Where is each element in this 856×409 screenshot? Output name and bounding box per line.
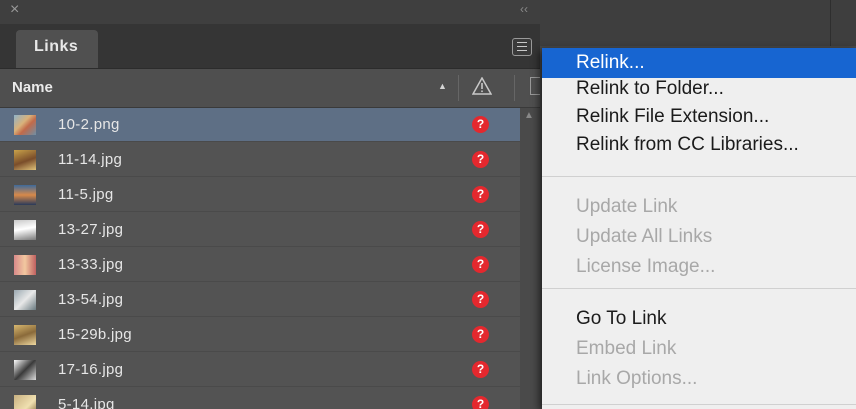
link-filename: 13-27.jpg bbox=[58, 221, 124, 238]
panel-title-bar: × ‹‹ bbox=[0, 0, 540, 24]
menu-item-go-to-link[interactable]: Go To Link bbox=[542, 304, 856, 334]
link-filename: 13-33.jpg bbox=[58, 256, 124, 273]
link-thumbnail bbox=[14, 325, 36, 345]
menu-separator bbox=[542, 404, 856, 405]
link-thumbnail bbox=[14, 290, 36, 310]
link-thumbnail bbox=[14, 150, 36, 170]
menu-item-relink-from-cc-libraries[interactable]: Relink from CC Libraries... bbox=[542, 130, 856, 160]
tab-links-label: Links bbox=[34, 38, 79, 55]
document-toolbar bbox=[540, 0, 856, 46]
column-divider bbox=[458, 75, 459, 101]
scrollbar[interactable]: ▲ bbox=[520, 108, 540, 409]
link-thumbnail bbox=[14, 220, 36, 240]
column-header: Name ▲ bbox=[0, 69, 544, 108]
link-thumbnail bbox=[14, 360, 36, 380]
tab-links[interactable]: Links bbox=[16, 30, 98, 68]
menu-item-license-image: License Image... bbox=[576, 256, 716, 277]
link-filename: 15-29b.jpg bbox=[58, 326, 132, 343]
hamburger-icon bbox=[517, 42, 527, 43]
missing-link-icon[interactable]: ? bbox=[472, 221, 489, 238]
link-row[interactable]: 5-14.jpg? bbox=[0, 388, 520, 409]
link-row[interactable]: 15-29b.jpg? bbox=[0, 318, 520, 352]
sort-ascending-icon[interactable]: ▲ bbox=[438, 81, 447, 91]
menu-item-update-all-links: Update All Links bbox=[576, 226, 713, 247]
link-row[interactable]: 13-54.jpg? bbox=[0, 283, 520, 317]
link-filename: 13-54.jpg bbox=[58, 291, 124, 308]
link-row[interactable]: 10-2.png? bbox=[0, 108, 520, 142]
link-thumbnail bbox=[14, 185, 36, 205]
column-name-header[interactable]: Name bbox=[12, 79, 53, 96]
missing-link-icon[interactable]: ? bbox=[472, 186, 489, 203]
menu-item-update-link: Update Link bbox=[576, 196, 678, 217]
link-thumbnail bbox=[14, 115, 36, 135]
link-filename: 11-5.jpg bbox=[58, 186, 114, 203]
close-panel-icon[interactable]: × bbox=[10, 2, 19, 18]
link-thumbnail bbox=[14, 395, 36, 409]
missing-link-icon[interactable]: ? bbox=[472, 256, 489, 273]
missing-link-icon[interactable]: ? bbox=[472, 361, 489, 378]
link-row[interactable]: 13-33.jpg? bbox=[0, 248, 520, 282]
scroll-up-icon[interactable]: ▲ bbox=[524, 110, 534, 121]
link-thumbnail bbox=[14, 255, 36, 275]
missing-link-icon[interactable]: ? bbox=[472, 291, 489, 308]
hamburger-icon-line bbox=[517, 50, 527, 51]
link-filename: 17-16.jpg bbox=[58, 361, 124, 378]
link-row[interactable]: 11-14.jpg? bbox=[0, 143, 520, 177]
menu-item-relink-to-folder[interactable]: Relink to Folder... bbox=[542, 74, 856, 104]
link-row[interactable]: 11-5.jpg? bbox=[0, 178, 520, 212]
links-list: 10-2.png? 11-14.jpg? 11-5.jpg? 13-27.jpg? 13… bbox=[0, 108, 520, 409]
link-filename: 5-14.jpg bbox=[58, 396, 115, 409]
column-divider bbox=[514, 75, 515, 101]
missing-link-icon[interactable]: ? bbox=[472, 116, 489, 133]
menu-item-link-options: Link Options... bbox=[576, 368, 698, 389]
menu-item-embed-link: Embed Link bbox=[576, 338, 677, 359]
link-row[interactable]: 13-27.jpg? bbox=[0, 213, 520, 247]
link-row[interactable]: 17-16.jpg? bbox=[0, 353, 520, 387]
hamburger-icon-line bbox=[517, 46, 527, 47]
collapse-panel-icon[interactable]: ‹‹ bbox=[520, 2, 528, 16]
missing-link-icon[interactable]: ? bbox=[472, 151, 489, 168]
link-filename: 11-14.jpg bbox=[58, 151, 123, 168]
panel-menu-button[interactable] bbox=[512, 38, 532, 56]
toolbar-divider bbox=[830, 0, 831, 46]
menu-separator bbox=[542, 176, 856, 177]
link-filename: 10-2.png bbox=[58, 116, 120, 133]
menu-item-relink-file-extension[interactable]: Relink File Extension... bbox=[542, 102, 856, 132]
context-menu: Relink... Relink to Folder... Relink File … bbox=[542, 48, 856, 409]
menu-separator bbox=[542, 288, 856, 289]
warning-triangle-icon[interactable] bbox=[472, 77, 492, 95]
missing-link-icon[interactable]: ? bbox=[472, 396, 489, 409]
missing-link-icon[interactable]: ? bbox=[472, 326, 489, 343]
